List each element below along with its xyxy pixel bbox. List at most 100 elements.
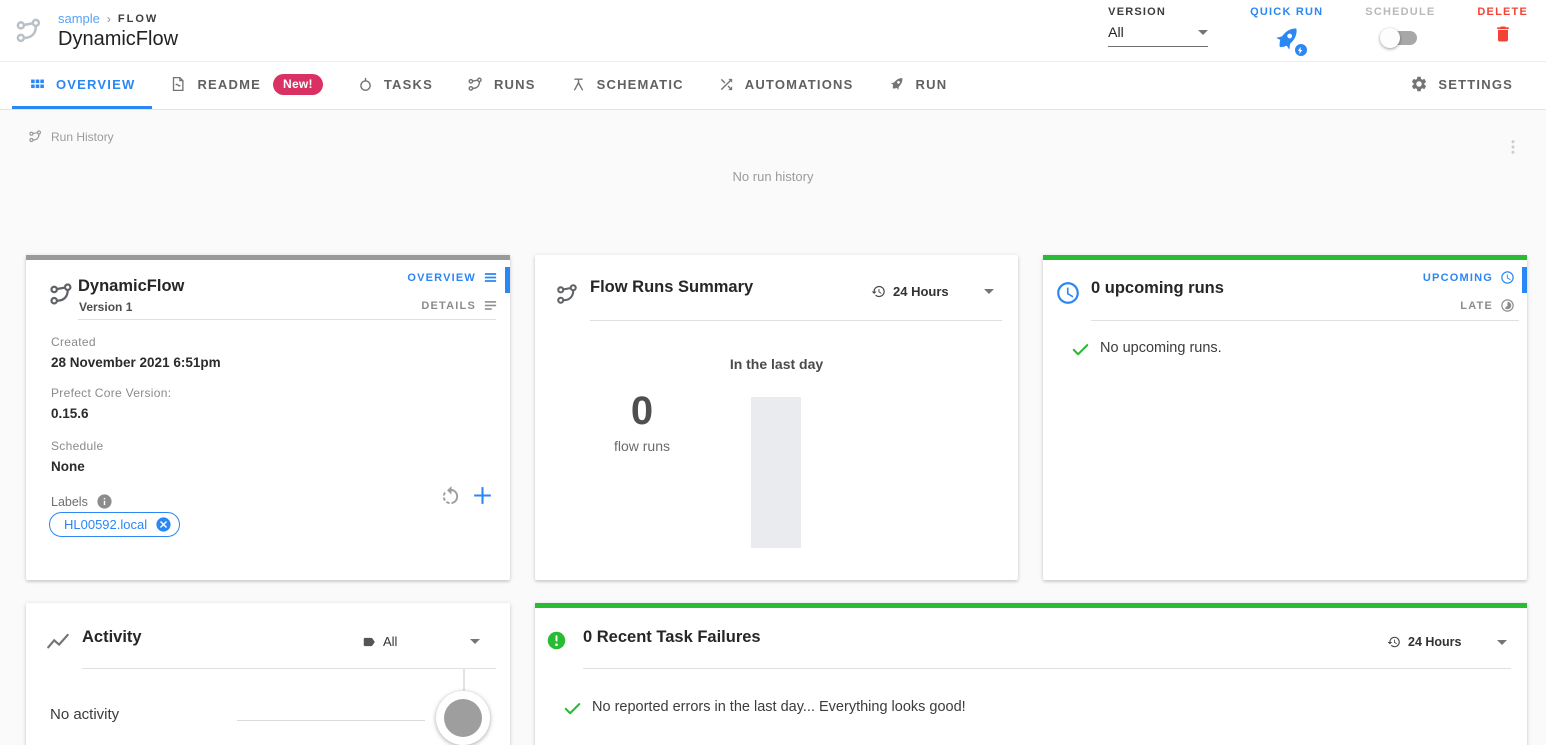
chevron-down-icon <box>470 639 480 644</box>
add-label-button[interactable] <box>470 483 495 508</box>
notes-icon <box>483 298 498 313</box>
tab-label: AUTOMATIONS <box>745 77 854 92</box>
card-tab-late[interactable]: LATE <box>1460 298 1515 313</box>
run-history-title: Run History <box>51 130 114 144</box>
tab-label: TASKS <box>384 77 433 92</box>
schedule-toggle[interactable] <box>1383 31 1417 45</box>
divider <box>583 668 1511 669</box>
clock-icon <box>1500 270 1515 285</box>
time-filter-value: 24 Hours <box>1408 635 1462 649</box>
label-chip-text: HL00592.local <box>64 517 147 532</box>
labels-label: Labels <box>51 495 88 509</box>
flow-runs-summary-card: Flow Runs Summary 24 Hours In the last d… <box>535 255 1018 580</box>
period-caption: In the last day <box>535 356 1018 372</box>
count-value: 0 <box>597 390 687 432</box>
field-created: Created 28 November 2021 6:51pm <box>51 335 221 370</box>
card-top-strip <box>1043 255 1527 260</box>
run-history-heading: Run History <box>28 129 114 144</box>
flow-runs-icon <box>467 76 484 93</box>
task-icon <box>357 76 374 93</box>
check-icon <box>1071 340 1090 359</box>
tab-label: SCHEMATIC <box>597 77 684 92</box>
chevron-down-icon <box>1198 30 1208 35</box>
empty-message: No reported errors in the last day... Ev… <box>592 699 966 715</box>
plus-icon <box>470 483 495 508</box>
undo-icon <box>439 485 462 508</box>
upcoming-empty-state: No upcoming runs. <box>1071 340 1222 359</box>
breadcrumb-project-link[interactable]: sample <box>58 11 100 26</box>
lightning-badge-icon <box>1293 42 1309 58</box>
quick-run-button[interactable]: QUICK RUN <box>1250 6 1323 55</box>
tab-run[interactable]: RUN <box>871 62 965 109</box>
page-title: DynamicFlow <box>58 28 178 50</box>
card-tab-label: OVERVIEW <box>407 272 476 284</box>
card-top-strip <box>26 255 510 260</box>
tab-label: OVERVIEW <box>56 77 135 92</box>
check-icon <box>563 699 582 718</box>
flow-runs-icon <box>28 129 43 144</box>
tab-tasks[interactable]: TASKS <box>340 62 450 109</box>
task-failures-card: 0 Recent Task Failures 24 Hours No repor… <box>535 603 1527 745</box>
divider <box>590 320 1002 321</box>
rocket-icon <box>888 75 906 93</box>
chevron-down-icon <box>1497 640 1507 645</box>
shuffle-icon <box>718 76 735 93</box>
delete-button[interactable]: DELETE <box>1477 6 1528 44</box>
label-chip[interactable]: HL00592.local <box>49 512 180 537</box>
page-header: sample › FLOW DynamicFlow VERSION All QU… <box>0 0 1546 62</box>
app-window: sample › FLOW DynamicFlow VERSION All QU… <box>0 0 1546 745</box>
history-icon <box>871 284 886 299</box>
tab-settings[interactable]: SETTINGS <box>1393 62 1530 109</box>
field-core-version: Prefect Core Version: 0.15.6 <box>51 386 171 421</box>
tab-runs[interactable]: RUNS <box>450 62 553 109</box>
card-title: 0 Recent Task Failures <box>583 628 761 647</box>
run-history-empty-message: No run history <box>0 169 1546 184</box>
breadcrumb: sample › FLOW <box>58 11 178 26</box>
document-icon <box>169 75 187 93</box>
flow-runs-icon <box>555 282 580 307</box>
card-title: Flow Runs Summary <box>590 278 753 297</box>
field-schedule: Schedule None <box>51 439 103 474</box>
tab-label: RUN <box>916 77 948 92</box>
flow-version-subtitle: Version 1 <box>79 300 132 314</box>
schedule-control: SCHEDULE <box>1365 6 1435 45</box>
remove-label-icon[interactable] <box>155 516 172 533</box>
activity-filter-value: All <box>383 634 397 649</box>
rocket-icon <box>1271 23 1303 55</box>
version-select[interactable]: VERSION All <box>1108 6 1208 47</box>
trend-line-icon <box>45 630 71 656</box>
field-value: 28 November 2021 6:51pm <box>51 355 221 370</box>
tab-overview[interactable]: OVERVIEW <box>12 62 152 109</box>
card-tab-details[interactable]: DETAILS <box>421 298 498 313</box>
timeline-slider-handle[interactable] <box>436 691 490 745</box>
grid-icon <box>29 76 46 93</box>
tab-label: RUNS <box>494 77 536 92</box>
card-tab-label: DETAILS <box>421 300 476 312</box>
tag-icon <box>362 635 376 649</box>
time-filter-select[interactable]: 24 Hours <box>871 284 994 299</box>
tab-readme[interactable]: README New! <box>152 62 339 109</box>
labels-heading: Labels <box>51 493 113 510</box>
run-history-menu-button[interactable] <box>1504 138 1522 156</box>
upcoming-runs-card: 0 upcoming runs UPCOMING LATE No upcomin… <box>1043 255 1527 580</box>
failures-empty-state: No reported errors in the last day... Ev… <box>563 699 966 718</box>
quick-run-label: QUICK RUN <box>1250 6 1323 18</box>
trash-icon <box>1493 24 1513 44</box>
card-tab-label: UPCOMING <box>1423 272 1493 284</box>
tab-automations[interactable]: AUTOMATIONS <box>701 62 871 109</box>
time-filter-select[interactable]: 24 Hours <box>1387 635 1507 649</box>
field-label: Schedule <box>51 439 103 453</box>
card-title: Activity <box>82 628 142 647</box>
chevron-down-icon <box>984 289 994 294</box>
activity-filter-select[interactable]: All <box>362 634 480 649</box>
tab-label: SETTINGS <box>1438 77 1513 92</box>
card-tab-overview[interactable]: OVERVIEW <box>407 270 498 285</box>
activity-baseline <box>237 720 425 721</box>
tab-schematic[interactable]: SCHEMATIC <box>553 62 701 109</box>
time-filter-value: 24 Hours <box>893 284 949 299</box>
slider-dot <box>444 699 482 737</box>
field-label: Created <box>51 335 221 349</box>
field-value: None <box>51 459 103 474</box>
card-tab-upcoming[interactable]: UPCOMING <box>1423 270 1515 285</box>
reset-labels-button[interactable] <box>439 485 462 508</box>
